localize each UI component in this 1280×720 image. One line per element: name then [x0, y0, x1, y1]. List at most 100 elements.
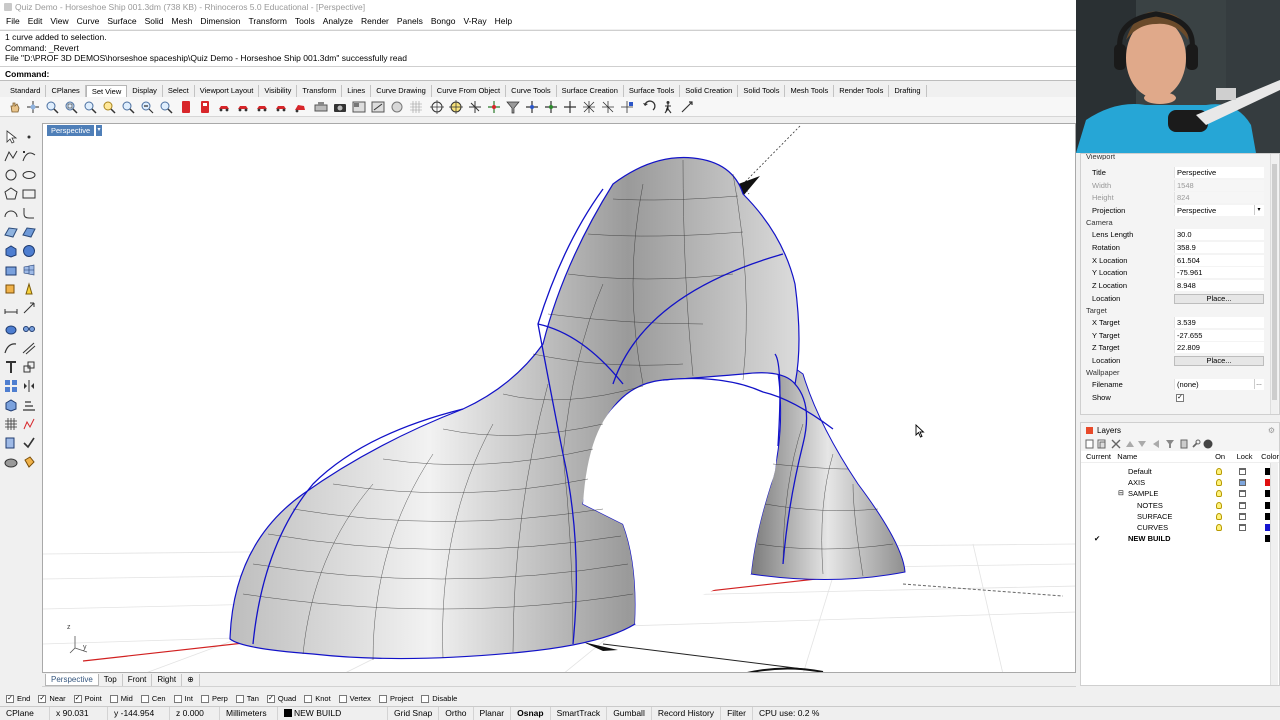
osnap-tan[interactable]: Tan [235, 694, 259, 703]
layer-row-axis[interactable]: AXIS [1081, 477, 1279, 488]
layer-row-notes[interactable]: NOTES [1081, 500, 1279, 511]
offset-icon[interactable] [22, 341, 36, 355]
viewport-tab-perspective[interactable]: Perspective [45, 674, 99, 686]
osnap-near[interactable]: ✓ Near [38, 694, 66, 703]
target-icon[interactable] [430, 100, 444, 114]
cplane-star-icon[interactable] [582, 100, 596, 114]
tab-render-tools[interactable]: Render Tools [834, 85, 890, 97]
zoom-in-icon[interactable] [45, 100, 59, 114]
zoom-selected-icon[interactable] [102, 100, 116, 114]
point-icon[interactable] [22, 130, 36, 144]
y-target-field[interactable]: -27.655 [1174, 329, 1264, 341]
viewport-title-label[interactable]: Perspective [47, 125, 95, 136]
zoom-all-icon[interactable] [121, 100, 135, 114]
camera-icon[interactable] [333, 100, 347, 114]
cplane-rotate-icon[interactable] [601, 100, 615, 114]
tab-cplanes[interactable]: CPlanes [46, 85, 86, 97]
menu-solid[interactable]: Solid [141, 14, 168, 29]
loft-icon[interactable] [22, 225, 36, 239]
undo-view-icon[interactable] [642, 100, 656, 114]
cplane-object-icon[interactable] [620, 100, 634, 114]
viewport-tab-top[interactable]: Top [99, 674, 123, 686]
perspective-viewport[interactable]: Perspective ▾ z y [42, 123, 1076, 673]
camera-place-button[interactable]: Place... [1174, 293, 1264, 304]
osnap-disable-checkbox[interactable] [421, 694, 430, 703]
zoom-window-icon[interactable] [64, 100, 78, 114]
text-icon[interactable] [4, 360, 18, 374]
paint-bucket-icon[interactable] [22, 455, 36, 469]
zoom-1to1-icon[interactable] [159, 100, 173, 114]
tab-surface-tools[interactable]: Surface Tools [624, 85, 681, 97]
osnap-project[interactable]: Project [378, 694, 413, 703]
tab-curve-drawing[interactable]: Curve Drawing [371, 85, 432, 97]
filter-toggle[interactable]: Filter [721, 707, 753, 720]
ortho-toggle[interactable]: Ortho [439, 707, 474, 720]
status-cplane[interactable]: CPlane [0, 707, 50, 720]
col-current[interactable]: Current [1086, 452, 1117, 461]
array-icon[interactable] [4, 379, 18, 393]
gumball-toggle[interactable]: Gumball [607, 707, 652, 720]
osnap-cen[interactable]: Cen [140, 694, 166, 703]
sphere-solid-icon[interactable] [22, 244, 36, 258]
layer-on-bulb-icon[interactable] [1216, 523, 1222, 531]
layers-scrollbar[interactable] [1270, 463, 1278, 685]
osnap-int-checkbox[interactable] [173, 694, 182, 703]
check-icon[interactable] [22, 436, 36, 450]
layer-row-curves[interactable]: CURVES [1081, 522, 1279, 533]
tab-mesh-tools[interactable]: Mesh Tools [785, 85, 835, 97]
layer-tools-icon[interactable] [1179, 439, 1189, 449]
new-sublayer-icon[interactable] [1097, 439, 1107, 449]
menu-render[interactable]: Render [357, 14, 393, 29]
osnap-toggle[interactable]: Osnap [511, 707, 551, 720]
grid-snap-toggle[interactable]: Grid Snap [388, 707, 440, 720]
osnap-perp[interactable]: Perp [200, 694, 228, 703]
properties-scroll-thumb[interactable] [1272, 164, 1277, 400]
walk-icon[interactable] [661, 100, 675, 114]
tab-drafting[interactable]: Drafting [889, 85, 927, 97]
mesh-icon[interactable] [22, 263, 36, 277]
help-icon[interactable] [1203, 439, 1213, 449]
tab-solid-tools[interactable]: Solid Tools [738, 85, 786, 97]
layer-lock-icon[interactable] [1239, 468, 1246, 475]
col-on[interactable]: On [1215, 452, 1237, 461]
filename-field[interactable]: (none)… [1174, 379, 1264, 391]
wrench-icon[interactable] [1191, 439, 1201, 449]
cplane-3point-icon[interactable] [525, 100, 539, 114]
projection-select[interactable]: Perspective ▾ [1174, 205, 1264, 217]
tab-transform[interactable]: Transform [297, 85, 343, 97]
camera-red-2-icon[interactable] [198, 100, 212, 114]
layers-settings-gear-icon[interactable]: ⚙ [1268, 426, 1275, 435]
osnap-int[interactable]: Int [173, 694, 193, 703]
tab-solid-creation[interactable]: Solid Creation [680, 85, 739, 97]
osnap-end-checkbox[interactable]: ✓ [6, 694, 14, 703]
box-edit-icon[interactable] [4, 398, 18, 412]
zoom-out-icon[interactable] [140, 100, 154, 114]
cplane-x-icon[interactable] [563, 100, 577, 114]
command-prompt-input[interactable]: Command: [0, 67, 1076, 81]
surface-patch-icon[interactable] [4, 225, 18, 239]
osnap-disable[interactable]: Disable [421, 694, 457, 703]
select-arrow-icon[interactable] [4, 130, 18, 144]
circle-icon[interactable] [4, 168, 18, 182]
x-target-field[interactable]: 3.539 [1174, 316, 1264, 328]
tab-curve-from-object[interactable]: Curve From Object [432, 85, 507, 97]
projection-chevron-icon[interactable]: ▾ [1254, 205, 1263, 216]
light-icon[interactable] [22, 282, 36, 296]
osnap-vertex[interactable]: Vertex [338, 694, 371, 703]
menu-bongo[interactable]: Bongo [427, 14, 460, 29]
layer-lock-icon[interactable] [1239, 501, 1246, 509]
mirror-icon[interactable] [22, 379, 36, 393]
osnap-point[interactable]: ✓ Point [73, 694, 102, 703]
target-yellow-icon[interactable] [449, 100, 463, 114]
car-view-front-icon[interactable] [236, 100, 250, 114]
osnap-vertex-checkbox[interactable] [338, 694, 347, 703]
layer-row-new-build[interactable]: ✔ NEW BUILD [1081, 533, 1279, 544]
tab-lines[interactable]: Lines [342, 85, 372, 97]
move-icon[interactable] [22, 301, 36, 315]
polygon-icon[interactable] [4, 187, 18, 201]
tab-viewport-layout[interactable]: Viewport Layout [195, 85, 260, 97]
car-view-persp-icon[interactable] [293, 100, 307, 114]
layer-row-default[interactable]: Default [1081, 466, 1279, 477]
menu-analyze[interactable]: Analyze [319, 14, 357, 29]
layer-lock-icon[interactable] [1239, 512, 1246, 520]
